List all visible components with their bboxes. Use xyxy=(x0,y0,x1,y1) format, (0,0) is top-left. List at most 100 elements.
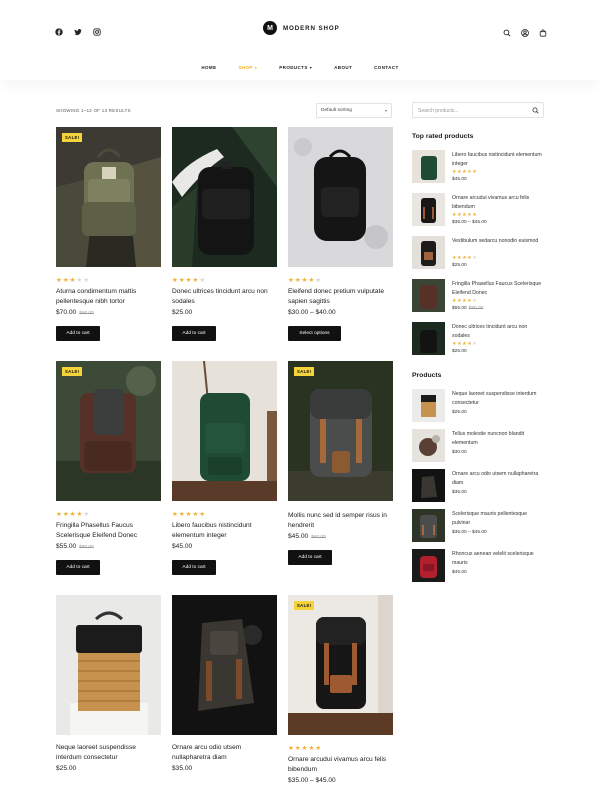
price-current: $55.00 xyxy=(452,306,467,311)
search-icon[interactable] xyxy=(532,107,539,114)
product-list-item[interactable]: Rhoncus aenean velelit scelerisque mauri… xyxy=(412,549,544,585)
product-title[interactable]: Ornare arcudui vivamus arcu felis bibend… xyxy=(288,755,393,774)
product-image[interactable] xyxy=(172,127,277,267)
site-title: MODERN SHOP xyxy=(283,24,340,32)
nav-products-label: PRODUCTS xyxy=(279,65,308,70)
product-rating: ★★★★★ xyxy=(452,169,478,175)
product-image[interactable] xyxy=(288,127,393,267)
product-title[interactable]: Libero faucibus nistincidunt elementum i… xyxy=(452,151,544,168)
product-thumbnail[interactable] xyxy=(412,549,445,582)
product-title[interactable]: Fringilla Phasellus Faucus Scelerisque E… xyxy=(452,280,544,297)
add-to-cart-button[interactable]: Add to cart xyxy=(172,560,216,575)
nav-shop[interactable]: SHOP ▾ xyxy=(238,65,257,70)
product-thumbnail[interactable] xyxy=(412,193,445,226)
header-actions xyxy=(503,24,547,37)
product-rating: ★★★★★ xyxy=(452,298,478,304)
product-thumbnail[interactable] xyxy=(412,469,445,502)
product-price: $35.00 – $45.00 xyxy=(452,220,487,225)
product-image[interactable]: SALE! xyxy=(56,361,161,501)
product-list-item[interactable]: Ornare arcu odio utsem nullapharetra dia… xyxy=(412,469,544,505)
product-thumbnail[interactable] xyxy=(412,389,445,422)
add-to-cart-button[interactable]: Add to cart xyxy=(56,326,100,341)
price-current: $55.00 xyxy=(56,543,77,550)
facebook-icon[interactable] xyxy=(55,23,63,36)
product-image[interactable]: SALE! xyxy=(288,361,393,501)
product-title[interactable]: Fringilla Phasellus Faucus Scelerisque E… xyxy=(56,521,161,540)
nav-contact[interactable]: CONTACT xyxy=(374,65,398,70)
top-rated-item[interactable]: Ornare arcudui vivamus arcu felis bibend… xyxy=(412,193,544,229)
product-image[interactable]: SALE! xyxy=(56,127,161,267)
top-rated-item[interactable]: Vestibulum sedarcu nonodio euismod ★★★★★… xyxy=(412,236,544,272)
product-thumbnail[interactable] xyxy=(412,279,445,312)
add-to-cart-button[interactable]: Add to cart xyxy=(288,550,332,565)
nav-products[interactable]: PRODUCTS ▾ xyxy=(279,65,312,70)
sort-select[interactable]: Default sorting ▾ xyxy=(316,103,392,118)
product-title[interactable]: Aturna condimentum mattis pellentesque n… xyxy=(56,287,161,306)
nav-about[interactable]: ABOUT xyxy=(334,65,352,70)
product-title[interactable]: Ornare arcu odio utsem nullapharetra dia… xyxy=(452,470,544,487)
price-current: $35.00 – $45.00 xyxy=(288,777,336,784)
product-image[interactable] xyxy=(172,595,277,735)
product-thumbnail[interactable] xyxy=(412,236,445,269)
price-current: $25.00 xyxy=(56,765,77,772)
cart-icon[interactable] xyxy=(539,24,547,37)
top-rated-item[interactable]: Fringilla Phasellus Faucus Scelerisque E… xyxy=(412,279,544,315)
product-price: $30.00 – $40.00 xyxy=(288,309,336,316)
twitter-icon[interactable] xyxy=(74,23,82,36)
product-thumbnail[interactable] xyxy=(412,150,445,183)
sale-badge: SALE! xyxy=(294,367,315,376)
add-to-cart-button[interactable]: Add to cart xyxy=(56,560,100,575)
widget-title-products: Products xyxy=(412,372,442,379)
select-options-button[interactable]: Select options xyxy=(288,326,341,341)
product-title[interactable]: Scelerisque mauris pellentesque pulvinar xyxy=(452,510,544,527)
product-title[interactable]: Ornare arcudui vivamus arcu felis bibend… xyxy=(452,194,544,211)
product-title[interactable]: Ornare arcu odio utsem nullapharetra dia… xyxy=(172,743,277,762)
price-old: $60.00 xyxy=(311,535,326,540)
price-current: $45.00 xyxy=(172,543,193,550)
price-current: $25.00 xyxy=(172,309,193,316)
product-title[interactable]: Mollis nunc sed id semper risus in hendr… xyxy=(288,511,393,530)
price-current: $45.00 xyxy=(288,533,309,540)
product-title[interactable]: Donec ultrices tincidunt arcu non sodale… xyxy=(452,323,544,340)
price-current: $30.00 – $40.00 xyxy=(288,309,336,316)
nav-home[interactable]: HOME xyxy=(201,65,216,70)
product-image[interactable] xyxy=(56,595,161,735)
product-thumbnail[interactable] xyxy=(412,509,445,542)
product-rating: ★★★★★ xyxy=(288,745,323,752)
top-rated-item[interactable]: Libero faucibus nistincidunt elementum i… xyxy=(412,150,544,186)
product-thumbnail[interactable] xyxy=(412,429,445,462)
product-list-item[interactable]: Scelerisque mauris pellentesque pulvinar… xyxy=(412,509,544,545)
product-price: $35.00 – $45.00 xyxy=(452,530,487,535)
user-icon[interactable] xyxy=(521,24,529,37)
product-title[interactable]: Tellus molestie nuncnon blandit elementu… xyxy=(452,430,544,447)
nav-shop-label: SHOP xyxy=(238,65,253,70)
site-header: M MODERN SHOP HOME SHOP ▾ PRODUCTS ▾ ABOUT… xyxy=(0,0,600,80)
instagram-icon[interactable] xyxy=(93,23,101,36)
site-logo[interactable]: M MODERN SHOP xyxy=(263,21,340,35)
product-title[interactable]: Neque laoreet suspendisse interdum conse… xyxy=(452,390,544,407)
product-price: $70.00 $90.00 xyxy=(56,309,94,316)
product-title[interactable]: Vestibulum sedarcu nonodio euismod xyxy=(452,237,544,246)
top-rated-item[interactable]: Donec ultrices tincidunt arcu non sodale… xyxy=(412,322,544,358)
product-image[interactable] xyxy=(172,361,277,501)
product-title[interactable]: Donec ultrices tincidunt arcu non sodale… xyxy=(172,287,277,306)
main-nav: HOME SHOP ▾ PRODUCTS ▾ ABOUT CONTACT xyxy=(0,65,600,70)
product-thumbnail[interactable] xyxy=(412,322,445,355)
widget-title-top-rated: Top rated products xyxy=(412,133,474,140)
product-price: $55.00 $80.00 xyxy=(56,543,94,550)
search-icon[interactable] xyxy=(503,24,511,37)
product-list-item[interactable]: Neque laoreet suspendisse interdum conse… xyxy=(412,389,544,425)
product-title[interactable]: Eleifend donec pretium vulputate sapien … xyxy=(288,287,393,306)
product-title[interactable]: Rhoncus aenean velelit scelerisque mauri… xyxy=(452,550,544,567)
product-rating: ★★★★★ xyxy=(56,277,91,284)
sale-badge: SALE! xyxy=(62,367,83,376)
product-image[interactable]: SALE! xyxy=(288,595,393,735)
price-current: $70.00 xyxy=(56,309,77,316)
product-search-input[interactable]: Search products... xyxy=(412,102,544,118)
add-to-cart-button[interactable]: Add to cart xyxy=(172,326,216,341)
product-title[interactable]: Neque laoreet suspendisse interdum conse… xyxy=(56,743,161,762)
product-list-item[interactable]: Tellus molestie nuncnon blandit elementu… xyxy=(412,429,544,465)
price-old: $90.00 xyxy=(79,311,94,316)
product-title[interactable]: Libero faucibus nistincidunt elementum i… xyxy=(172,521,277,540)
logo-mark: M xyxy=(263,21,277,35)
